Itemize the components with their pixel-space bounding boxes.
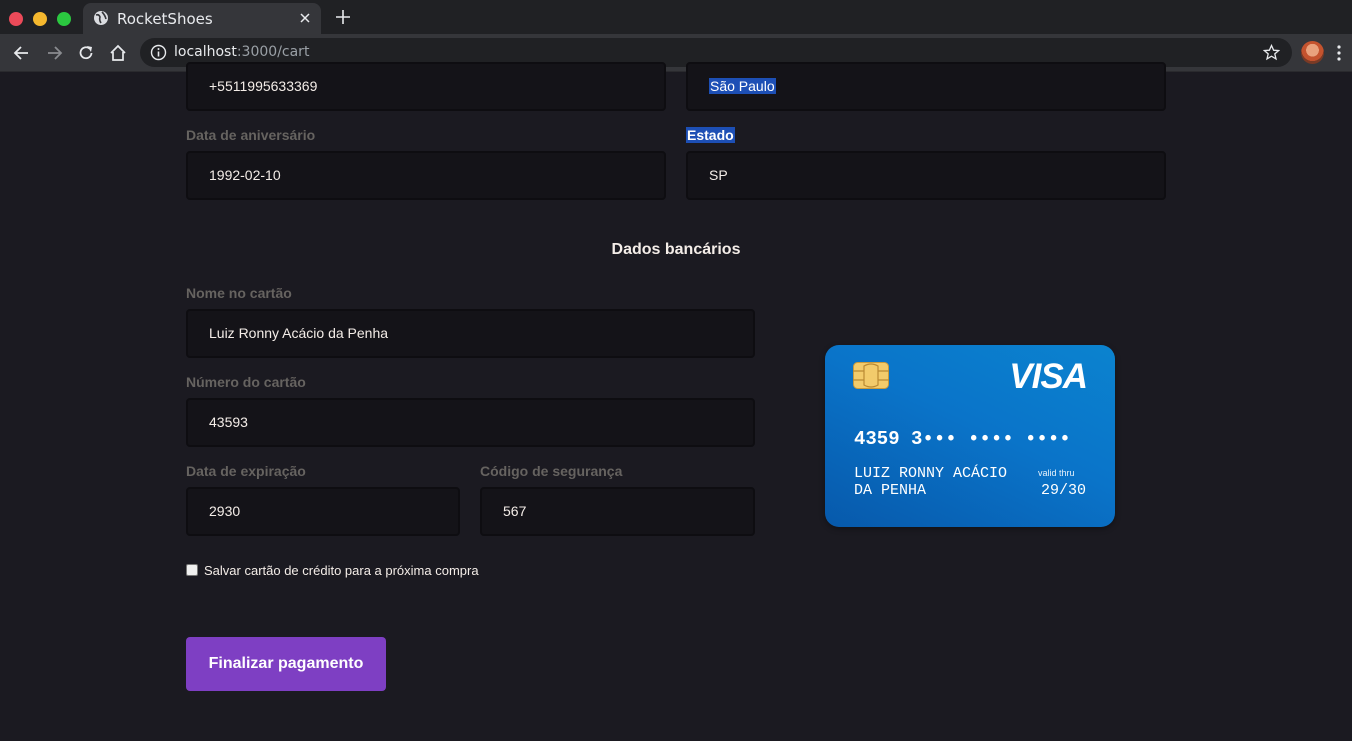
state-label: Estado <box>686 127 735 143</box>
forward-arrow-icon[interactable] <box>44 43 64 63</box>
card-number-value: 43593 <box>209 414 248 430</box>
card-preview-expiry: 29/30 <box>1040 482 1086 499</box>
expiry-label: Data de expiração <box>186 463 306 479</box>
info-icon[interactable] <box>150 44 167 61</box>
card-number-label: Número do cartão <box>186 374 306 390</box>
card-valid-thru-label: valid thru <box>1038 468 1075 478</box>
cvv-field[interactable]: 567 <box>480 487 755 536</box>
cvv-label: Código de segurança <box>480 463 623 479</box>
chip-icon <box>853 362 889 389</box>
home-icon[interactable] <box>108 43 128 63</box>
city-value: São Paulo <box>709 78 776 94</box>
close-icon[interactable] <box>297 10 313 26</box>
kebab-menu-icon[interactable] <box>1336 44 1342 62</box>
state-field[interactable]: SP <box>686 151 1166 200</box>
save-card-checkbox[interactable] <box>186 564 198 576</box>
window-close-button[interactable] <box>9 12 23 26</box>
card-brand: VISA <box>1009 357 1088 396</box>
card-name-value: Luiz Ronny Acácio da Penha <box>209 325 389 341</box>
card-name-label: Nome no cartão <box>186 285 292 301</box>
phone-value: +5511995633369 <box>209 78 318 94</box>
birthday-field[interactable]: 1992-02-10 <box>186 151 666 200</box>
finalize-payment-button[interactable]: Finalizar pagamento <box>186 637 386 691</box>
window-maximize-button[interactable] <box>57 12 71 26</box>
browser-tab[interactable]: RocketShoes <box>83 3 321 34</box>
globe-icon <box>94 11 108 25</box>
city-field[interactable]: São Paulo <box>686 62 1166 111</box>
url-text: localhost:3000/cart <box>174 44 310 60</box>
state-value: SP <box>709 167 728 183</box>
avatar[interactable] <box>1301 41 1324 64</box>
expiry-field[interactable]: 2930 <box>186 487 460 536</box>
save-card-label: Salvar cartão de crédito para a próxima … <box>204 562 479 578</box>
credit-card-preview: VISA 4359 3••• •••• •••• LUIZ RONNY ACÁC… <box>825 345 1115 527</box>
card-name-field[interactable]: Luiz Ronny Acácio da Penha <box>186 309 755 358</box>
star-icon[interactable] <box>1263 44 1280 61</box>
expiry-value: 2930 <box>209 503 241 519</box>
card-preview-number: 4359 3••• •••• •••• <box>854 428 1071 450</box>
birthday-value: 1992-02-10 <box>209 167 281 183</box>
plus-icon[interactable] <box>334 8 352 26</box>
tab-title: RocketShoes <box>117 10 213 28</box>
browser-tab-bar: RocketShoes <box>0 0 1352 34</box>
back-arrow-icon[interactable] <box>12 43 32 63</box>
phone-field[interactable]: +5511995633369 <box>186 62 666 111</box>
card-number-field[interactable]: 43593 <box>186 398 755 447</box>
cvv-value: 567 <box>503 503 527 519</box>
card-preview-holder: LUIZ RONNY ACÁCIO DA PENHA <box>854 465 1008 499</box>
birthday-label: Data de aniversário <box>186 127 316 143</box>
reload-icon[interactable] <box>76 43 96 63</box>
section-title: Dados bancários <box>611 241 741 258</box>
save-card-option: Salvar cartão de crédito para a próxima … <box>186 562 479 578</box>
window-minimize-button[interactable] <box>33 12 47 26</box>
